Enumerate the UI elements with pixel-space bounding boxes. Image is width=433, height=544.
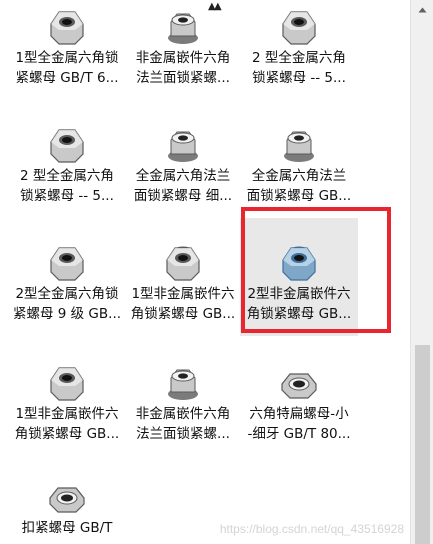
thin-hex-nut-silver-icon (240, 338, 358, 404)
part-item[interactable]: 1型非金属嵌件六 角锁紧螺母 GB... (124, 218, 242, 336)
flange-nut-silver-icon (124, 100, 242, 166)
part-item-label: 全金属六角法兰 面锁紧螺母 细... (133, 168, 233, 204)
part-item-label: 扣紧螺母 GB/T (21, 520, 113, 536)
part-item[interactable]: 1型非金属嵌件六 角锁紧螺母 GB... (8, 338, 126, 456)
part-item[interactable]: 2 型全金属六角 锁紧螺母 -- 5... (8, 100, 126, 218)
part-item-label: 2 型全金属六角 锁紧螺母 -- 5... (20, 168, 114, 204)
scrollbar-thumb[interactable] (415, 345, 430, 544)
hex-nut-silver-icon (8, 0, 126, 48)
part-item-label: 2型全金属六角锁 紧螺母 9 级 GB... (12, 286, 122, 322)
flange-nut-silver-icon (124, 338, 242, 404)
scrollbar-up-arrow-icon[interactable] (411, 0, 433, 20)
part-item[interactable]: 2 型全金属六角 锁紧螺母 -- 5... (240, 0, 358, 100)
part-item-label: 2 型全金属六角 锁紧螺母 -- 5... (252, 50, 346, 86)
part-item[interactable]: 扣紧螺母 GB/T (8, 452, 126, 544)
part-item[interactable]: 2型全金属六角锁 紧螺母 9 级 GB... (8, 218, 126, 336)
part-item[interactable]: 非金属嵌件六角 法兰面锁紧螺... (124, 338, 242, 456)
part-item-label: 1型非金属嵌件六 角锁紧螺母 GB... (130, 286, 236, 322)
flange-nut-silver-icon (124, 0, 242, 48)
part-item[interactable]: 非金属嵌件六角 法兰面锁紧螺... (124, 0, 242, 100)
part-item-label: 全金属六角法兰 面锁紧螺母 GB... (246, 168, 352, 204)
watermark: https://blog.csdn.net/qq_43516928 (219, 522, 404, 536)
nylon-insert-nut-silver-icon (124, 218, 242, 284)
part-item-label: 1型非金属嵌件六 角锁紧螺母 GB... (14, 406, 120, 442)
part-item-label: 非金属嵌件六角 法兰面锁紧螺... (135, 406, 231, 442)
part-item-label: 六角特扁螺母-小 -细牙 GB/T 80... (247, 406, 351, 442)
vertical-scrollbar[interactable] (410, 0, 433, 544)
hex-nut-silver-icon (8, 218, 126, 284)
library-panel: ▲ ▲ 1型全金属六角锁 紧螺母 GB/T 6... 非金属嵌件六角 法兰面锁紧螺.… (0, 0, 410, 544)
hex-nut-silver-icon (8, 100, 126, 166)
part-item[interactable]: 全金属六角法兰 面锁紧螺母 细... (124, 100, 242, 218)
part-item[interactable]: 全金属六角法兰 面锁紧螺母 GB... (240, 100, 358, 218)
part-item[interactable]: 六角特扁螺母-小 -细牙 GB/T 80... (240, 338, 358, 456)
thin-hex-nut-silver-icon (8, 452, 126, 518)
selection-highlight (241, 207, 391, 333)
hex-nut-silver-icon (8, 338, 126, 404)
part-item[interactable]: 1型全金属六角锁 紧螺母 GB/T 6... (8, 0, 126, 100)
flange-nut-silver-icon (240, 100, 358, 166)
hex-nut-silver-icon (240, 0, 358, 48)
part-item-label: 非金属嵌件六角 法兰面锁紧螺... (135, 50, 231, 86)
part-item-label: 1型全金属六角锁 紧螺母 GB/T 6... (15, 50, 119, 86)
